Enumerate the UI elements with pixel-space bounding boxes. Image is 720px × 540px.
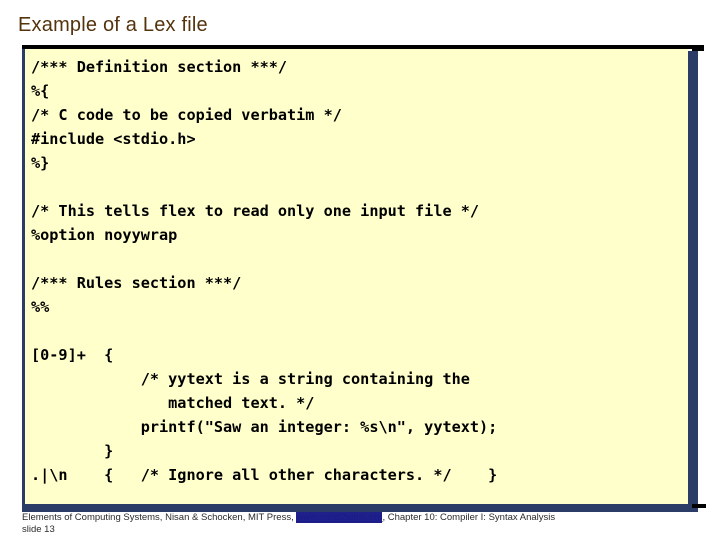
slide-number-label: slide 13 <box>22 523 55 535</box>
footer-citation-prefix: Elements of Computing Systems, Nisan & S… <box>22 512 297 523</box>
footer-citation: Elements of Computing Systems, Nisan & S… <box>22 512 712 524</box>
lex-source-code: /*** Definition section ***/ %{ /* C cod… <box>31 58 498 484</box>
panel-bottom-nub <box>692 504 706 508</box>
code-surface: /*** Definition section ***/ %{ /* C cod… <box>25 49 688 504</box>
page-title: Example of a Lex file <box>18 14 208 36</box>
footer: Elements of Computing Systems, Nisan & S… <box>22 512 712 535</box>
code-panel: /*** Definition section ***/ %{ /* C cod… <box>16 45 706 512</box>
footer-citation-suffix: , Chapter 10: Compiler I: Syntax Analysi… <box>382 512 556 523</box>
nand2tetris-link[interactable]: www.nand2tetris.org <box>296 512 383 523</box>
panel-bottom-border <box>22 504 698 512</box>
panel-right-border <box>688 51 698 511</box>
